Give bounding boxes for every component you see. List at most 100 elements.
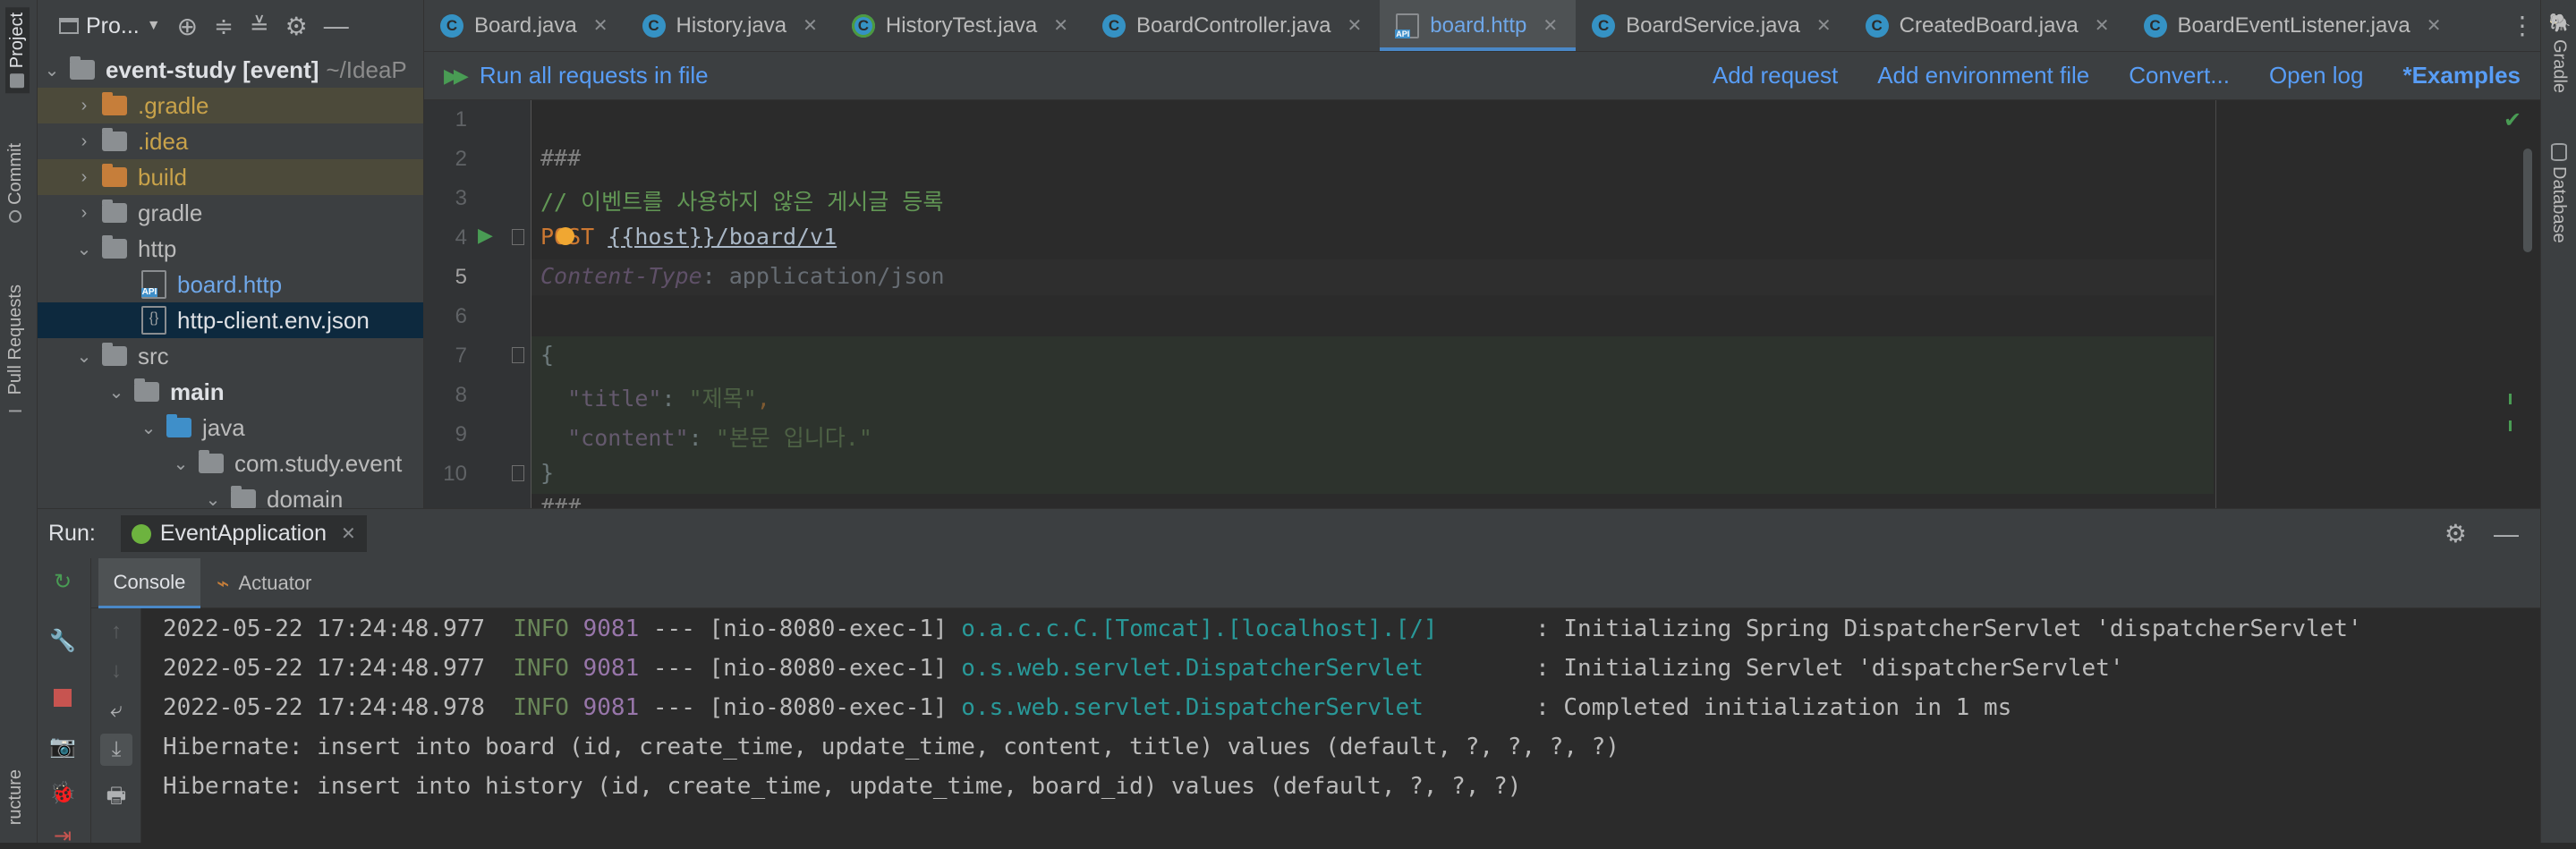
soft-wrap-icon[interactable]: ⤶ <box>104 698 129 723</box>
chevron-right-icon[interactable]: › <box>75 167 93 188</box>
tree-item-gradle-dir[interactable]: › .gradle <box>38 88 423 123</box>
code-editor[interactable]: ### // 이벤트를 사용하지 않은 게시글 등록 POST {{host}}… <box>531 100 2540 508</box>
chevron-down-icon[interactable]: ⌄ <box>140 417 157 439</box>
chevron-right-icon[interactable]: › <box>75 132 93 152</box>
editor-scrollbar[interactable] <box>2523 149 2532 252</box>
close-icon[interactable]: ✕ <box>1816 14 1832 37</box>
add-environment-file-link[interactable]: Add environment file <box>1877 62 2089 89</box>
examples-link[interactable]: *Examples <box>2402 62 2521 89</box>
tab-boardeventlistener-java[interactable]: C BoardEventListener.java ✕ <box>2128 0 2460 51</box>
database-tool-label: Database <box>2549 166 2569 243</box>
console-line: 2022-05-22 17:24:48.978 INFO 9081 --- [n… <box>163 694 2011 721</box>
stop-icon[interactable] <box>50 685 75 710</box>
gradle-tool-label: Gradle <box>2549 39 2570 94</box>
tab-boardcontroller-java[interactable]: C BoardController.java ✕ <box>1086 0 1380 51</box>
project-tool-button[interactable]: Project <box>5 7 30 94</box>
tree-item-java[interactable]: ⌄ java <box>38 410 423 446</box>
tree-item-build[interactable]: › build <box>38 159 423 195</box>
chevron-right-icon[interactable]: › <box>75 96 93 116</box>
gear-icon[interactable]: ⚙ <box>2444 519 2467 548</box>
fold-icon[interactable] <box>512 229 524 245</box>
console-output[interactable]: 2022-05-22 17:24:48.977 INFO 9081 --- [n… <box>141 608 2540 843</box>
exit-icon[interactable]: ⇥ <box>50 823 75 848</box>
gear-icon[interactable]: ⚙ <box>285 12 308 41</box>
tree-item-idea[interactable]: › .idea <box>38 123 423 159</box>
gradle-tool-button[interactable]: 🐘 Gradle <box>2548 13 2570 93</box>
run-all-requests-link[interactable]: Run all requests in file <box>480 62 709 89</box>
debug-icon[interactable]: 🐞 <box>49 780 76 805</box>
chevron-down-icon[interactable]: ⌄ <box>43 59 61 81</box>
chevron-down-icon[interactable]: ⌄ <box>107 381 125 403</box>
print-icon[interactable]: 🖶 <box>104 784 129 811</box>
tab-label: board.http <box>1430 13 1527 38</box>
close-icon[interactable]: ✕ <box>1543 14 1558 37</box>
tree-item-src[interactable]: ⌄ src <box>38 338 423 374</box>
run-all-icon[interactable]: ▶▶ <box>444 64 469 88</box>
scroll-down-icon[interactable]: ↓ <box>104 658 129 683</box>
locate-icon[interactable]: ⊕ <box>177 12 198 41</box>
chevron-down-icon[interactable]: ⌄ <box>75 345 93 368</box>
folder-icon <box>102 343 127 366</box>
more-tabs-icon[interactable]: ⋮ <box>2504 0 2540 51</box>
close-icon[interactable]: ✕ <box>2095 14 2110 37</box>
tab-history-java[interactable]: C History.java ✕ <box>626 0 836 51</box>
structure-tool-button[interactable]: ructure <box>5 769 26 825</box>
tree-item-board-http[interactable]: API board.http <box>38 267 423 302</box>
close-icon[interactable]: ✕ <box>341 522 356 545</box>
project-view-dropdown[interactable]: Pro... ▼ <box>59 13 161 39</box>
pull-requests-tool-button[interactable]: Pull Requests <box>5 284 26 412</box>
chevron-right-icon[interactable]: › <box>75 203 93 224</box>
tab-console-label: Console <box>113 570 186 593</box>
tree-item-label: .gradle <box>138 91 209 119</box>
tab-board-java[interactable]: C Board.java ✕ <box>424 0 626 51</box>
fold-icon[interactable] <box>512 347 524 363</box>
open-log-link[interactable]: Open log <box>2269 62 2364 89</box>
minimize-icon[interactable]: — <box>324 12 349 40</box>
tree-item-root[interactable]: ⌄ event-study [event] ~/IdeaP <box>38 52 423 88</box>
tab-actuator[interactable]: ⌁ Actuator <box>217 558 311 608</box>
minimize-icon[interactable]: — <box>2494 520 2519 548</box>
commit-tool-button[interactable]: Commit <box>5 143 26 223</box>
database-tool-button[interactable]: Database <box>2548 143 2569 243</box>
expand-all-icon[interactable]: ≑ <box>214 13 234 40</box>
tab-createdboard-java[interactable]: C CreatedBoard.java ✕ <box>1849 0 2128 51</box>
run-config-tab[interactable]: EventApplication ✕ <box>120 515 367 552</box>
scroll-to-end-icon[interactable]: ⤓ <box>100 734 132 766</box>
tree-item-main[interactable]: ⌄ main <box>38 374 423 410</box>
fold-icon[interactable] <box>512 465 524 481</box>
intention-bulb-icon[interactable] <box>557 227 574 245</box>
wrench-icon[interactable]: 🔧 <box>49 628 76 653</box>
tab-console[interactable]: Console <box>98 558 200 608</box>
scroll-up-icon[interactable]: ↑ <box>104 619 129 644</box>
run-request-icon[interactable]: ▶ <box>478 224 493 247</box>
chevron-down-icon[interactable]: ⌄ <box>75 238 93 260</box>
tree-item-label: gradle <box>138 199 203 226</box>
tree-item-label: event-study [event] <box>106 55 319 83</box>
close-icon[interactable]: ✕ <box>1053 14 1068 37</box>
tree-item-env-json[interactable]: {} http-client.env.json <box>38 302 423 338</box>
tab-historytest-java[interactable]: C HistoryTest.java ✕ <box>836 0 1086 51</box>
tree-item-domain[interactable]: ⌄ domain <box>38 481 423 509</box>
rerun-icon[interactable]: ↻ <box>50 569 75 594</box>
commit-icon <box>9 209 22 223</box>
tree-item-http[interactable]: ⌄ http <box>38 231 423 267</box>
chevron-down-icon[interactable]: ⌄ <box>172 453 190 475</box>
log-pid: 9081 <box>582 694 640 721</box>
camera-icon[interactable]: 📷 <box>49 734 76 759</box>
folder-icon <box>102 92 127 115</box>
collapse-all-icon[interactable]: ≚ <box>250 13 269 40</box>
add-request-link[interactable]: Add request <box>1713 62 1838 89</box>
project-panel: Pro... ▼ ⊕ ≑ ≚ ⚙ — ⌄ event-study [event]… <box>38 0 424 508</box>
tab-board-http[interactable]: board.http ✕ <box>1380 0 1577 51</box>
convert-link[interactable]: Convert... <box>2129 62 2230 89</box>
tab-boardservice-java[interactable]: C BoardService.java ✕ <box>1576 0 1849 51</box>
close-icon[interactable]: ✕ <box>1347 14 1362 37</box>
close-icon[interactable]: ✕ <box>803 14 818 37</box>
folder-icon <box>102 235 127 259</box>
close-icon[interactable]: ✕ <box>2427 14 2442 37</box>
close-icon[interactable]: ✕ <box>593 14 608 37</box>
tree-item-gradle[interactable]: › gradle <box>38 195 423 231</box>
tree-item-package[interactable]: ⌄ com.study.event <box>38 446 423 481</box>
json-value: "본문 입니다." <box>715 425 872 451</box>
chevron-down-icon[interactable]: ⌄ <box>204 488 222 509</box>
